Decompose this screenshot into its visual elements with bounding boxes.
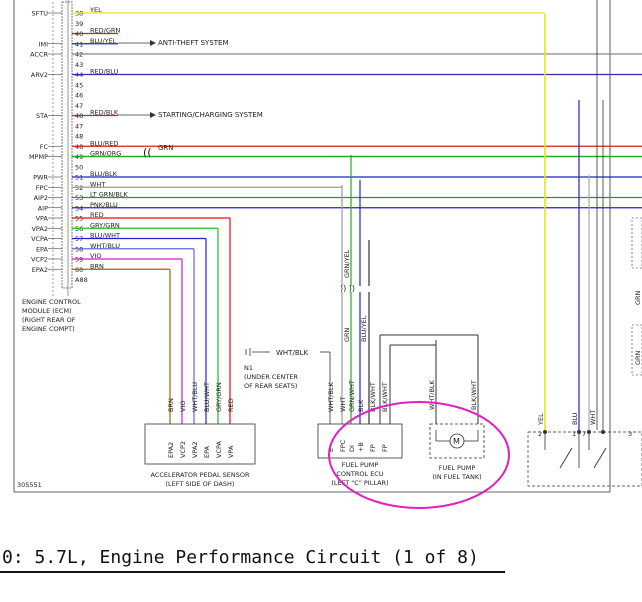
ecm-pin: A88: [75, 276, 88, 284]
ecm-signal: VPA2: [31, 225, 48, 233]
right-wire-label: GRN: [634, 350, 642, 365]
right-wire-label: GRN: [634, 290, 642, 305]
pedal-wire-label: VIO: [179, 401, 187, 412]
ecm-signal: STA: [36, 112, 49, 120]
ecm-pin: 48: [75, 133, 83, 141]
ecm-signal: EPA: [36, 245, 49, 253]
right-pin: 3: [628, 430, 632, 438]
ecm-pin: 45: [75, 81, 83, 89]
ecm-pin: 47: [75, 102, 83, 110]
wht-blk-top-label: WHT/BLK: [276, 349, 309, 357]
right-pin: 1: [572, 430, 576, 438]
ecm-signal: VPA: [36, 215, 49, 223]
ground-location: (UNDER CENTER: [244, 373, 298, 381]
anti-theft-label: ANTI-THEFT SYSTEM: [158, 39, 229, 47]
pedal-wire-label: RED: [227, 398, 235, 412]
wiring-diagram: SFTU38YEL3940RED/GRNIMI41BLU/YELACCR4243…: [0, 0, 642, 597]
grn-splice-label: GRN: [158, 144, 174, 152]
ecm-signal: PWR: [33, 174, 48, 182]
ecm-signal: MPMP: [29, 153, 48, 161]
ecm-signal: FPC: [36, 184, 49, 192]
ecm-pin: 46: [75, 92, 83, 100]
ecm-pin: 47: [75, 122, 83, 130]
ecm-signal: VCP2: [31, 256, 48, 264]
ecm-signal: AIP: [38, 204, 48, 212]
figure-id: 305551: [17, 481, 42, 489]
ecm-signal: AIP2: [34, 194, 48, 202]
fp-ecu-wire-label: BLK/WHT: [381, 382, 389, 412]
ecm-signal: SFTU: [32, 10, 49, 18]
fp-ecu-pin: FP: [381, 444, 389, 452]
pedal-pin: VPA2: [191, 441, 199, 458]
pedal-pin: VPA: [227, 445, 235, 458]
fuel-pump-label: (IN FUEL TANK): [432, 473, 481, 481]
ecm-pin: 39: [75, 20, 83, 28]
diagram-canvas: SFTU38YEL3940RED/GRNIMI41BLU/YELACCR4243…: [13, 0, 642, 509]
svg-text:)) )): )) )): [340, 284, 355, 293]
vert-wire-label: GRN/YEL: [343, 249, 351, 278]
vert-wire-label: GRN: [343, 327, 351, 342]
fuel-pump-label: FUEL PUMP: [439, 464, 476, 472]
ecm-row-group: SFTU38YEL3940RED/GRNIMI41BLU/YELACCR4243…: [29, 6, 642, 284]
pedal-pin: EPA: [203, 445, 211, 458]
fp-ecu-pin: DI: [348, 445, 356, 452]
fp-ecu-wire-label: GRN/WHT: [348, 380, 356, 412]
ecm-label: ENGINE CONTROL: [22, 298, 81, 306]
ecm-signal: FC: [40, 143, 49, 151]
fp-ecu-label: CONTROL ECU: [336, 470, 383, 478]
ecm-label: ENGINE COMPT): [22, 325, 75, 333]
fp-ecu-pin: FP: [369, 444, 377, 452]
fp-ecu-wire-label: BLK: [357, 399, 365, 412]
pedal-pin: VCP2: [179, 441, 187, 458]
fp-ecu-label: FUEL PUMP: [342, 461, 379, 469]
ecm-signal: VCPA: [31, 235, 48, 243]
ecm-label: MODULE (ECM): [22, 307, 72, 315]
right-pin: 2: [538, 430, 542, 438]
pedal-wire-label: BLU/WHT: [203, 382, 211, 412]
right-side-relay: YEL BLU WHT GRN GRN 2 1 7 3: [527, 0, 642, 487]
fp-ecu-wire-label: WHT/BLK: [327, 381, 335, 412]
ecm-signal: ACCR: [30, 51, 48, 59]
svg-text:M: M: [453, 437, 460, 446]
ground-location: OF REAR SEATS): [244, 382, 297, 390]
fp-wire-label: BLK/WHT: [470, 380, 478, 410]
arrow-icon: [150, 40, 156, 46]
accelerator-pedal-sensor: EPA2 VCP2 VPA2 EPA VCPA VPA BRN VIO WHT/BLU BLU/…: [144, 382, 256, 465]
ecm-pin: 50: [75, 163, 83, 171]
right-wire-label: WHT: [589, 410, 597, 425]
ground-id: N1: [244, 364, 253, 372]
ecm-label: (RIGHT REAR OF: [22, 316, 76, 324]
pedal-wire-label: WHT/BLU: [191, 382, 199, 412]
fp-ecu-pin: +B: [357, 442, 365, 452]
ecm-signal: ARV2: [31, 71, 48, 79]
ecm-signal: IMI: [39, 40, 49, 48]
vert-wire-label: BLU/YEL: [360, 315, 368, 342]
pedal-sensor-label: (LEFT SIDE OF DASH): [166, 480, 235, 488]
pedal-wire-label: GRY/GRN: [215, 382, 223, 412]
starting-charging-label: STARTING/CHARGING SYSTEM: [158, 111, 263, 119]
pedal-pin: VCPA: [215, 441, 223, 458]
ecm-pin: 43: [75, 61, 83, 69]
ecm-signal: EPA2: [32, 266, 48, 274]
fp-wire-label: WHT/BLK: [428, 379, 436, 410]
splice-icon: ((: [143, 146, 152, 159]
right-wire-label: YEL: [537, 413, 545, 426]
right-wire-label: BLU: [571, 412, 579, 425]
ground-n1: WHT/BLK N1 (UNDER CENTER OF REAR SEATS): [244, 348, 331, 424]
right-pin: 7: [582, 430, 586, 438]
pedal-wire-label: BRN: [167, 398, 175, 412]
ecm-connector: [52, 0, 73, 296]
arrow-icon: [150, 112, 156, 118]
caption-underline: [0, 571, 505, 573]
fp-ecu-pin: FPC: [339, 439, 347, 452]
pedal-pin: EPA2: [167, 442, 175, 458]
fp-ecu-wire-label: WHT: [339, 397, 347, 412]
pedal-sensor-label: ACCELERATOR PEDAL SENSOR: [150, 471, 249, 479]
